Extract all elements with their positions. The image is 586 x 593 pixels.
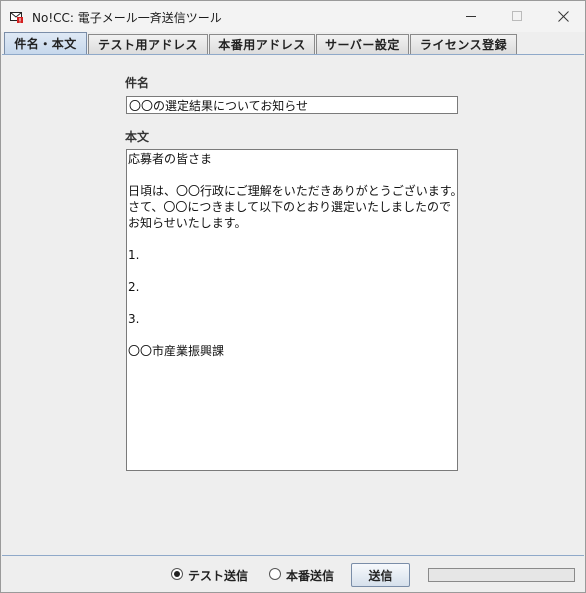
title-bar[interactable]: No!CC: 電子メール一斉送信ツール bbox=[1, 1, 585, 32]
subject-label: 件名 bbox=[125, 76, 150, 90]
minimize-icon bbox=[465, 7, 477, 26]
production-send-label[interactable]: 本番送信 bbox=[286, 567, 334, 584]
tab-strip: 件名・本文 テスト用アドレス 本番用アドレス サーバー設定 ライセンス登録 bbox=[1, 32, 585, 54]
tab-test-addresses[interactable]: テスト用アドレス bbox=[88, 34, 208, 54]
close-button[interactable] bbox=[540, 1, 586, 32]
send-progress-bar bbox=[428, 568, 575, 582]
subject-input[interactable] bbox=[126, 96, 458, 114]
mail-app-icon bbox=[10, 9, 24, 23]
tab-production-addresses[interactable]: 本番用アドレス bbox=[209, 34, 315, 54]
test-send-label[interactable]: テスト送信 bbox=[188, 567, 248, 584]
test-send-radio[interactable] bbox=[171, 568, 183, 580]
tab-subject-body[interactable]: 件名・本文 bbox=[4, 32, 87, 54]
app-window: No!CC: 電子メール一斉送信ツール 件名・本文 テスト用アドレス 本番用アド… bbox=[0, 0, 586, 593]
maximize-icon bbox=[511, 7, 523, 26]
window-title: No!CC: 電子メール一斉送信ツール bbox=[32, 11, 222, 25]
maximize-button[interactable] bbox=[494, 1, 540, 32]
tab-server-settings[interactable]: サーバー設定 bbox=[316, 34, 409, 54]
tab-license[interactable]: ライセンス登録 bbox=[410, 34, 517, 54]
body-label: 本文 bbox=[125, 130, 150, 144]
production-send-radio[interactable] bbox=[269, 568, 281, 580]
body-textarea[interactable]: 応募者の皆さま 日頃は、〇〇行政にご理解をいただきありがとうございます。 さて、… bbox=[126, 149, 458, 471]
close-icon bbox=[557, 7, 569, 26]
minimize-button[interactable] bbox=[448, 1, 494, 32]
send-button[interactable]: 送信 bbox=[351, 563, 410, 587]
